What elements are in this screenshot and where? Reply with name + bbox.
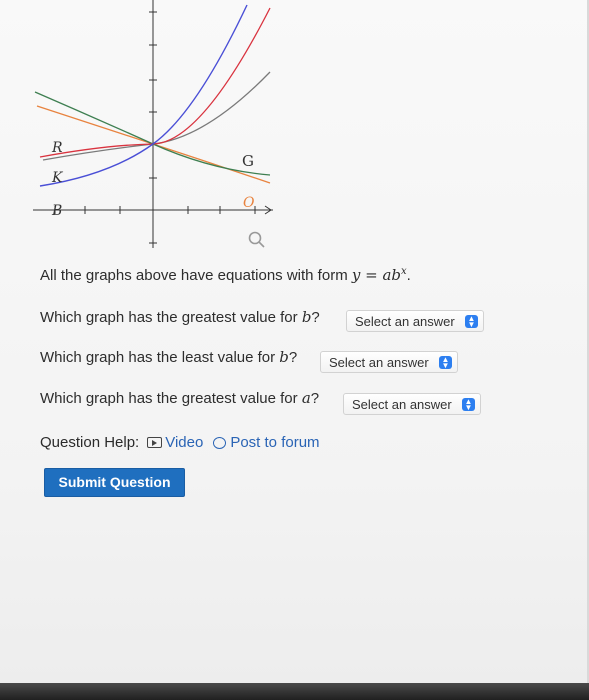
intro-equation: y = abx	[351, 266, 407, 284]
question-2: Which graph has the least value for b?	[40, 348, 298, 366]
video-icon	[147, 437, 163, 448]
help-label: Question Help:	[40, 434, 140, 451]
zoom-icon[interactable]	[248, 231, 265, 248]
curve-R	[39, 7, 271, 158]
label-K: K	[51, 170, 64, 186]
question-panel: R K G O B All the graphs above have equa…	[0, 0, 589, 683]
question-3: Which graph has the greatest value for a…	[40, 389, 320, 407]
answer-select-2[interactable]: Select an answer ▲ ▼	[320, 351, 458, 373]
post-to-forum-link[interactable]: Post to forum	[230, 434, 319, 451]
select-chevron-icon: ▲ ▼	[465, 314, 478, 328]
answer-select-1[interactable]: Select an answer ▲ ▼	[346, 310, 484, 332]
submit-question-button[interactable]: Submit Question	[44, 468, 185, 497]
answer-select-3[interactable]: Select an answer ▲ ▼	[343, 393, 481, 415]
curve-B	[42, 71, 271, 161]
label-R: R	[51, 140, 63, 156]
question-help: Question Help: Video Post to forum	[40, 434, 320, 451]
forum-icon	[213, 437, 227, 449]
axis-ticks	[54, 11, 256, 244]
label-B: B	[51, 203, 62, 219]
intro-text: All the graphs above have equations with…	[40, 267, 352, 284]
video-link[interactable]: Video	[165, 434, 203, 451]
select-chevron-icon: ▲ ▼	[439, 355, 452, 369]
select-chevron-icon: ▲ ▼	[462, 397, 475, 411]
window-bottom-edge	[0, 683, 589, 700]
curve-K	[39, 4, 248, 187]
question-1: Which graph has the greatest value for b…	[40, 308, 320, 326]
label-O: O	[243, 195, 255, 211]
exponential-graph: R K G O B	[33, 0, 273, 248]
question-intro: All the graphs above have equations with…	[40, 266, 411, 284]
label-G: G	[242, 152, 254, 170]
